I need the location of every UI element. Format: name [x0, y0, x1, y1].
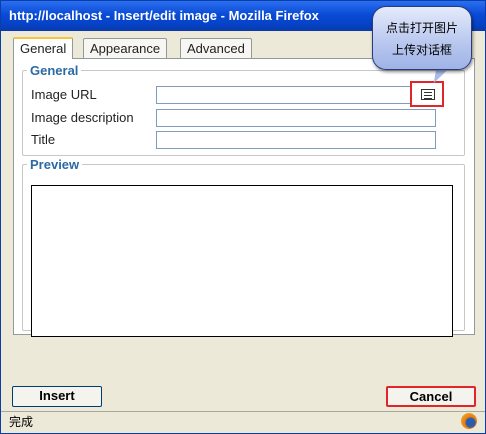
title-label: Title	[31, 132, 56, 147]
tab-general[interactable]: General	[13, 37, 74, 59]
cancel-button[interactable]: Cancel	[386, 386, 476, 407]
tab-appearance[interactable]: Appearance	[83, 38, 168, 58]
image-description-label: Image description	[31, 110, 134, 125]
insert-button[interactable]: Insert	[12, 386, 102, 407]
general-legend: General	[30, 63, 79, 78]
tab-panel: General Image URL Image description Titl…	[13, 58, 475, 337]
callout-line-2: 上传对话框	[391, 43, 452, 57]
image-description-input[interactable]	[156, 109, 436, 127]
status-text: 完成	[9, 415, 34, 429]
tab-advanced[interactable]: Advanced	[180, 38, 252, 58]
firefox-logo-icon	[461, 413, 477, 429]
callout-line-1: 点击打开图片	[385, 21, 458, 35]
status-bar: 完成	[1, 411, 485, 433]
preview-fieldset: Preview	[22, 157, 465, 337]
file-browser-icon	[421, 89, 435, 100]
preview-area	[31, 185, 453, 337]
annotation-callout: 点击打开图片 上传对话框	[372, 6, 472, 70]
image-url-label: Image URL	[31, 87, 97, 102]
image-url-input[interactable]	[156, 86, 418, 104]
title-input[interactable]	[156, 131, 436, 149]
preview-legend: Preview	[30, 157, 80, 172]
